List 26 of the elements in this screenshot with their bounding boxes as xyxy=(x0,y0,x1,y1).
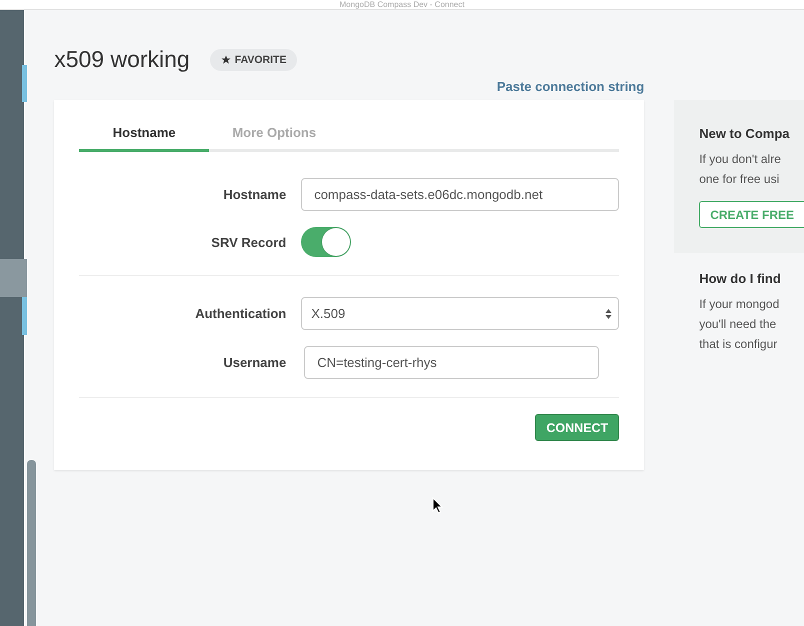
help-title: How do I find xyxy=(698,271,782,286)
authentication-select[interactable]: X.509 xyxy=(301,297,620,330)
favorite-button[interactable]: FAVORITE xyxy=(210,48,298,70)
help-text: that is configur xyxy=(699,336,778,353)
star-icon xyxy=(220,54,231,64)
help-text: If your mongod xyxy=(699,296,780,313)
window-title: MongoDB Compass Dev - Connect xyxy=(340,0,464,9)
mouse-cursor-icon xyxy=(432,497,443,514)
paste-connection-link[interactable]: Paste connection string xyxy=(496,79,644,100)
field-label: Username xyxy=(222,355,286,370)
srv-toggle[interactable] xyxy=(301,227,352,257)
tab[interactable]: Hostname xyxy=(79,116,210,152)
help-text: one for free usi xyxy=(699,171,780,188)
field-label: Hostname xyxy=(222,187,286,202)
help-title: New to Compa xyxy=(699,126,790,141)
help-text: If you don't alre xyxy=(699,151,782,168)
scrollbar[interactable] xyxy=(27,460,36,626)
help-text: you'll need the xyxy=(699,316,778,333)
field-label: Authentication xyxy=(194,306,286,321)
sort-arrows-icon xyxy=(605,308,612,320)
sidebar-item[interactable] xyxy=(0,259,27,297)
sidebar-marker xyxy=(22,65,27,102)
field-label: SRV Record xyxy=(210,234,286,250)
connection-title: x509 working xyxy=(54,46,190,73)
username-field[interactable]: CN=testing-cert-rhys xyxy=(304,346,600,379)
hostname-field[interactable]: compass-data-sets.e06dc.mongodb.net xyxy=(301,178,620,211)
